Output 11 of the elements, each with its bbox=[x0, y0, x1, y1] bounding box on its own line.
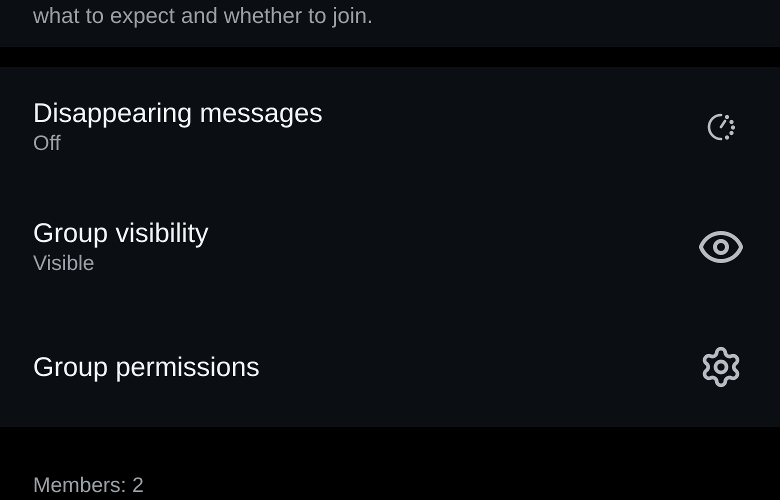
settings-row[interactable]: Disappearing messages Off bbox=[0, 67, 780, 187]
settings-row[interactable]: Group permissions bbox=[0, 307, 780, 427]
timer-icon bbox=[705, 111, 737, 143]
setting-title: Group permissions bbox=[33, 351, 260, 384]
setting-title: Group visibility bbox=[33, 217, 209, 250]
members-count: Members: 2 bbox=[33, 474, 144, 497]
setting-value: Off bbox=[33, 131, 62, 157]
setting-value: Visible bbox=[33, 251, 96, 277]
settings-row[interactable]: Group visibility Visible bbox=[0, 187, 780, 307]
setting-title: Disappearing messages bbox=[33, 97, 323, 130]
description-text: what to expect and whether to join. bbox=[33, 3, 373, 29]
